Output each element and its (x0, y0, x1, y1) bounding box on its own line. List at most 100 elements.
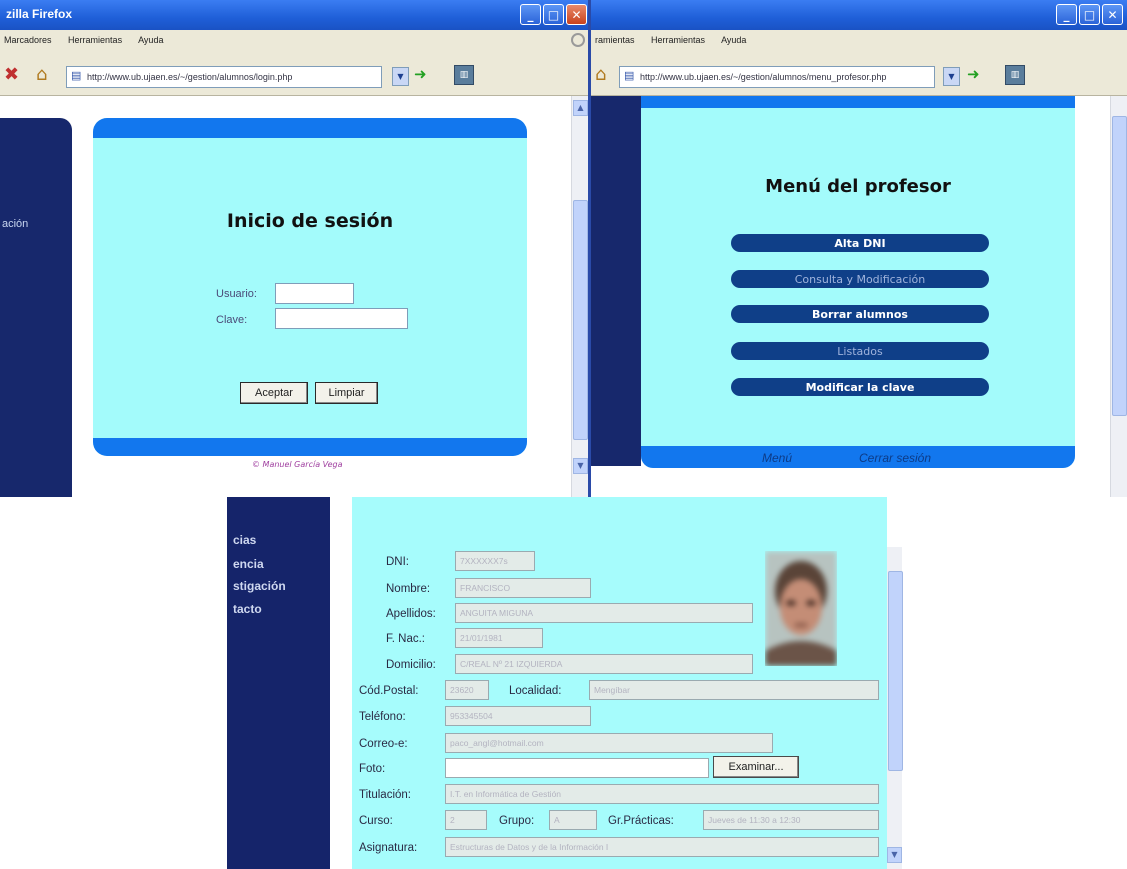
nav-link-2[interactable]: encia (233, 557, 264, 571)
codigo-postal-label: Cód.Postal: (359, 685, 419, 697)
dni-field[interactable]: 7XXXXXX7s (455, 551, 535, 571)
page-icon: ▤ (624, 70, 635, 82)
domicilio-label: Domicilio: (386, 659, 436, 671)
toolbar-bookmark-icon[interactable]: ▥ (1005, 65, 1025, 85)
navigation-toolbar: ⌂ ▤ http://www.ub.ujaen.es/~/gestion/alu… (591, 52, 1127, 96)
window-controls: _ □ ✕ (520, 4, 587, 25)
menu-item-tools[interactable]: Herramientas (651, 35, 705, 45)
foto-file-input[interactable] (445, 758, 709, 778)
telefono-label: Teléfono: (359, 711, 406, 723)
telefono-field[interactable]: 953345504 (445, 706, 591, 726)
grupo-practicas-field[interactable]: Jueves de 11:30 a 12:30 (703, 810, 879, 830)
foto-label: Foto: (359, 763, 386, 775)
menu-item-listados[interactable]: Listados (731, 342, 989, 360)
scroll-down-button[interactable]: ▼ (573, 458, 588, 474)
fnac-label: F. Nac.: (386, 633, 425, 645)
scroll-up-button[interactable]: ▲ (573, 100, 588, 116)
password-input[interactable] (275, 308, 408, 329)
menu-item-tools-fragment[interactable]: ramientas (595, 35, 635, 45)
panel-footer-band (641, 446, 1075, 468)
localidad-label: Localidad: (509, 685, 562, 697)
vertical-scrollbar[interactable]: ▼ (887, 547, 903, 869)
vertical-scrollbar[interactable] (1110, 96, 1127, 497)
menu-item-consulta[interactable]: Consulta y Modificación (731, 270, 989, 288)
menu-item-help[interactable]: Ayuda (138, 35, 163, 45)
maximize-button[interactable]: □ (543, 4, 564, 25)
login-panel: Inicio de sesión Usuario: Clave: Aceptar… (93, 118, 527, 456)
page-title: Inicio de sesión (226, 210, 394, 232)
menu-item-borrar[interactable]: Borrar alumnos (731, 305, 989, 323)
url-text: http://www.ub.ujaen.es/~/gestion/alumnos… (87, 72, 293, 82)
title-bar: _ □ ✕ (591, 0, 1127, 30)
menu-bar: ramientas Herramientas Ayuda (591, 30, 1127, 52)
clear-button[interactable]: Limpiar (315, 382, 378, 404)
menu-item-help[interactable]: Ayuda (721, 35, 746, 45)
navigation-toolbar: ✖ ⌂ ▤ http://www.ub.ujaen.es/~/gestion/a… (0, 52, 591, 96)
vertical-scrollbar[interactable]: ▲ ▼ (571, 96, 588, 497)
scroll-thumb[interactable] (1112, 116, 1127, 416)
student-photo (765, 551, 837, 666)
url-dropdown-button[interactable]: ▼ (943, 67, 960, 86)
footer-menu-link[interactable]: Menú (762, 451, 792, 465)
menu-browser-window: _ □ ✕ ramientas Herramientas Ayuda ⌂ ▤ h… (588, 0, 1127, 497)
url-bar[interactable]: ▤ http://www.ub.ujaen.es/~/gestion/alumn… (66, 66, 382, 88)
home-icon[interactable]: ⌂ (36, 64, 47, 85)
toolbar-bookmark-icon[interactable]: ▥ (454, 65, 474, 85)
scroll-down-button[interactable]: ▼ (887, 847, 902, 863)
correo-label: Correo-e: (359, 738, 408, 750)
menu-item-bookmarks[interactable]: Marcadores (4, 35, 52, 45)
nav-link-1[interactable]: cias (233, 533, 256, 547)
title-bar: zilla Firefox _ □ ✕ (0, 0, 591, 30)
localidad-field[interactable]: Mengíbar (589, 680, 879, 700)
copyright-credit: © Manuel García Vega (252, 460, 343, 469)
go-icon[interactable]: ➜ (967, 65, 980, 83)
page-viewport: ación Inicio de sesión Usuario: Clave: A… (0, 96, 591, 497)
left-nav-panel: cias encia stigación tacto (227, 497, 330, 869)
close-button[interactable]: ✕ (1102, 4, 1123, 25)
curso-field[interactable]: 2 (445, 810, 487, 830)
panel-header-band (93, 118, 527, 138)
menu-bar: Marcadores Herramientas Ayuda (0, 30, 591, 52)
minimize-button[interactable]: _ (1056, 4, 1077, 25)
correo-field[interactable]: paco_angl@hotmail.com (445, 733, 773, 753)
fnac-field[interactable]: 21/01/1981 (455, 628, 543, 648)
minimize-button[interactable]: _ (520, 4, 541, 25)
url-text: http://www.ub.ujaen.es/~/gestion/alumnos… (640, 72, 887, 82)
go-icon[interactable]: ➜ (414, 65, 427, 83)
domicilio-field[interactable]: C/REAL Nº 21 IZQUIERDA (455, 654, 753, 674)
url-bar[interactable]: ▤ http://www.ub.ujaen.es/~/gestion/alumn… (619, 66, 935, 88)
footer-logout-link[interactable]: Cerrar sesión (859, 451, 931, 465)
page-viewport: Menú del profesor Alta DNI Consulta y Mo… (591, 96, 1127, 497)
scroll-thumb[interactable] (888, 571, 903, 771)
close-button[interactable]: ✕ (566, 4, 587, 25)
titulacion-field[interactable]: I.T. en Informática de Gestión (445, 784, 879, 804)
nav-link-4[interactable]: tacto (233, 602, 262, 616)
page-title: Menú del profesor (765, 176, 951, 197)
scroll-thumb[interactable] (573, 200, 588, 440)
nav-fragment-text[interactable]: ación (2, 218, 28, 230)
browse-button[interactable]: Examinar... (713, 756, 799, 778)
accept-button[interactable]: Aceptar (240, 382, 308, 404)
asignatura-label: Asignatura: (359, 842, 418, 854)
nombre-field[interactable]: FRANCISCO (455, 578, 591, 598)
maximize-button[interactable]: □ (1079, 4, 1100, 25)
window-title: zilla Firefox (6, 7, 73, 21)
grupo-label: Grupo: (499, 815, 535, 827)
throbber-icon (571, 33, 585, 47)
dni-label: DNI: (386, 556, 409, 568)
stop-icon[interactable]: ✖ (4, 64, 19, 85)
grupo-field[interactable]: A (549, 810, 597, 830)
menu-panel: Menú del profesor Alta DNI Consulta y Mo… (641, 96, 1075, 468)
codigo-postal-field[interactable]: 23620 (445, 680, 489, 700)
username-input[interactable] (275, 283, 354, 304)
menu-item-modificar-clave[interactable]: Modificar la clave (731, 378, 989, 396)
menu-item-alta-dni[interactable]: Alta DNI (731, 234, 989, 252)
menu-item-tools[interactable]: Herramientas (68, 35, 122, 45)
left-nav-panel (0, 118, 72, 497)
home-icon[interactable]: ⌂ (595, 64, 606, 85)
password-label: Clave: (216, 314, 248, 326)
asignatura-field[interactable]: Estructuras de Datos y de la Información… (445, 837, 879, 857)
url-dropdown-button[interactable]: ▼ (392, 67, 409, 86)
nav-link-3[interactable]: stigación (233, 579, 286, 593)
apellidos-field[interactable]: ANGUITA MIGUNA (455, 603, 753, 623)
